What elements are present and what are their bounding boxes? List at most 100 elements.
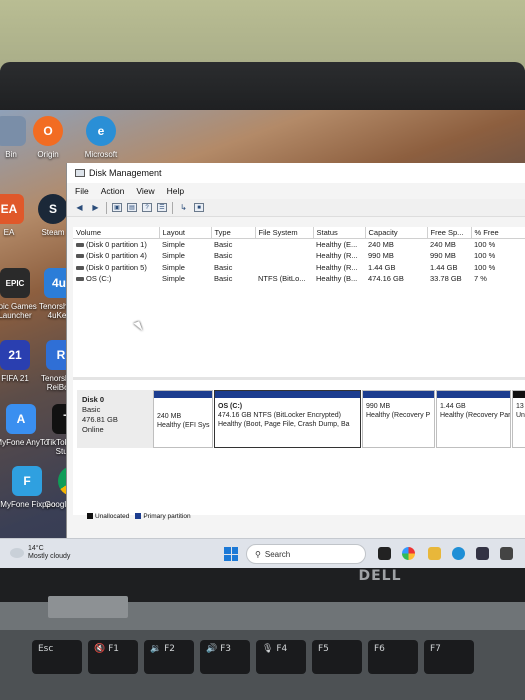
copilot-icon[interactable] [402,547,415,560]
file-explorer-icon[interactable] [428,547,441,560]
partition-os-c[interactable]: OS (C:) 474.16 GB NTFS (BitLocker Encryp… [214,390,361,448]
key-f1[interactable]: 🔇 F1 [88,640,138,674]
column-header-file-system[interactable]: File System [255,227,314,239]
legend-primary: Primary partition [135,513,191,520]
properties-icon[interactable]: ▤ [127,203,137,212]
weather-widget[interactable]: 14°C Mostly cloudy [10,545,70,561]
edge-taskbar-icon[interactable] [452,547,465,560]
back-arrow-icon[interactable]: ◀ [74,202,85,213]
column-header-percent-free[interactable]: % Free [471,227,525,239]
partition-recovery-2[interactable]: 1.44 GB Healthy (Recovery Par [436,390,511,448]
partition-status: Una [516,412,525,419]
partition-size: 13 [516,403,524,410]
volume-cell: OS (C:) [73,273,159,285]
column-header-volume[interactable]: Volume [73,227,160,239]
partition-unallocated[interactable]: 13 Una [512,390,525,448]
partition-bar [215,391,360,398]
toolbar-separator [172,201,173,214]
menu-help[interactable]: Help [167,186,184,196]
column-header-layout[interactable]: Layout [159,227,212,239]
start-button[interactable] [224,547,238,561]
anyto-icon: A [6,404,36,434]
disk-view-icon[interactable]: ■ [194,203,204,212]
desktop-icon-edge[interactable]: e Microsoft [70,116,132,159]
list-view-icon[interactable]: ☰ [157,203,167,212]
column-header-free-space[interactable]: Free Sp... [427,227,472,239]
capacity-cell: 990 MB [368,251,394,261]
unallocated-swatch [87,513,93,520]
volume-icon [76,265,84,270]
volume-down-icon: 🔉 [150,644,162,654]
status-cell: Healthy (E... [316,240,358,249]
status-cell: Healthy (R... [316,262,358,272]
window-title: Disk Management [89,168,162,178]
file-system-cell [255,250,313,262]
connect-icon[interactable]: ↳ [178,202,189,213]
percent-free-cell: 100 % [474,262,496,272]
partition-status: Healthy (Recovery P [366,412,431,419]
weather-temp: 14°C [28,545,44,552]
key-f2[interactable]: 🔉 F2 [144,640,194,674]
fifa-icon: 21 [0,340,30,370]
toolbar: ◀ ▶ ▣ ▤ ? ☰ ↳ ■ [67,199,525,217]
layout-cell: Simple [162,262,185,272]
percent-free-cell: 100 % [474,251,496,261]
column-header-type[interactable]: Type [211,227,256,239]
layout-cell: Simple [162,274,185,284]
title-bar[interactable]: Disk Management [67,163,525,183]
column-header-status[interactable]: Status [313,227,366,239]
menu-bar: File Action View Help [67,183,525,199]
table-row[interactable]: (Disk 0 partition 5) Simple Basic Health… [73,262,525,274]
free-space-cell: 990 MB [430,251,456,261]
disk-management-window: Disk Management File Action View Help ◀ … [66,163,525,538]
partition-bar [513,391,525,398]
forward-arrow-icon[interactable]: ▶ [90,202,101,213]
key-f4[interactable]: 🎙 F4 [256,640,306,674]
task-view-icon[interactable] [378,547,391,560]
volume-icon [76,277,84,282]
key-f7[interactable]: F7 [424,640,474,674]
key-f5[interactable]: F5 [312,640,362,674]
key-f6[interactable]: F6 [368,640,418,674]
table-row[interactable]: OS (C:) Simple Basic NTFS (BitLo... Heal… [73,273,525,285]
origin-icon: O [33,116,63,146]
menu-view[interactable]: View [136,186,154,196]
volume-icon [76,254,84,259]
disk-management-taskbar-icon[interactable] [500,547,513,560]
cloud-icon [10,548,24,558]
steam-icon: S [38,194,68,224]
epic-games-icon: EPIC [0,268,30,298]
ea-icon: EA [0,194,24,224]
menu-file[interactable]: File [75,186,89,196]
key-f3[interactable]: 🔊 F3 [200,640,250,674]
partition-efi[interactable]: 240 MB Healthy (EFI Sys [153,390,213,448]
table-header: Volume Layout Type File System Status Ca… [73,227,525,239]
partition-size: 1.44 GB [440,403,466,410]
disk-graphical-view: Disk 0 Basic 476.81 GB Online 240 MB Hea… [73,380,525,515]
free-space-cell: 1.44 GB [430,262,458,272]
table-row[interactable]: (Disk 0 partition 1) Simple Basic Health… [73,239,525,251]
disk-0-label[interactable]: Disk 0 Basic 476.81 GB Online [77,390,153,448]
partition-recovery-1[interactable]: 990 MB Healthy (Recovery P [362,390,435,448]
volume-cell: (Disk 0 partition 1) [73,239,159,251]
volume-icon [76,243,84,248]
menu-action[interactable]: Action [101,186,125,196]
console-tree-icon[interactable]: ▣ [112,203,122,212]
table-row[interactable]: (Disk 0 partition 4) Simple Basic Health… [73,250,525,262]
key-label: F2 [164,644,175,654]
windows-logo-icon [224,547,231,554]
percent-free-cell: 7 % [474,274,487,284]
help-icon[interactable]: ? [142,203,152,212]
status-cell: Healthy (R... [316,251,358,261]
column-header-capacity[interactable]: Capacity [365,227,428,239]
dell-logo: DELL [358,568,402,584]
store-icon[interactable] [476,547,489,560]
key-esc[interactable]: Esc [32,640,82,674]
taskbar-search[interactable]: ⚲ Search [246,544,366,564]
volume-name: OS (C:) [86,274,112,284]
legend-unallocated: Unallocated [87,513,129,520]
disk-management-icon [75,169,85,177]
taskbar: 14°C Mostly cloudy ⚲ Search [0,538,525,568]
hinge-tab [48,596,128,618]
partition-size: 474.16 GB NTFS (BitLocker Encrypted) [218,412,341,419]
